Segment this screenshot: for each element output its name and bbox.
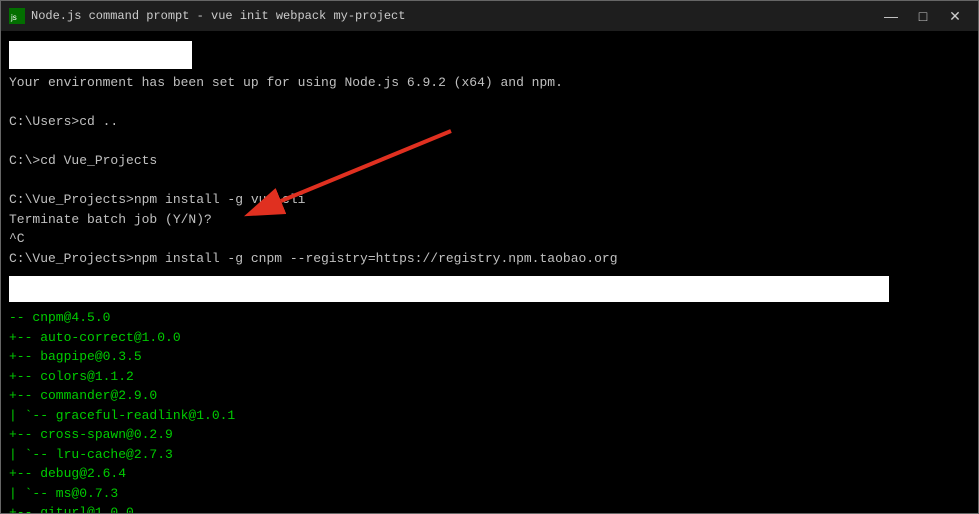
- svg-text:js: js: [10, 13, 17, 22]
- terminal-line: Your environment has been set up for usi…: [9, 73, 970, 93]
- red-arrow: [221, 121, 471, 221]
- nodejs-icon: js: [9, 8, 25, 24]
- window-title: Node.js command prompt - vue init webpac…: [31, 9, 405, 23]
- terminal-line: +-- commander@2.9.0: [9, 386, 970, 406]
- minimize-button[interactable]: —: [876, 6, 906, 26]
- terminal-line: C:\>cd Vue_Projects: [9, 151, 970, 171]
- terminal-line: C:\Vue_Projects>npm install -g vue-cli: [9, 190, 970, 210]
- separator-bar: [9, 276, 889, 302]
- title-bar-left: js Node.js command prompt - vue init web…: [9, 8, 405, 24]
- terminal-line: | `-- ms@0.7.3: [9, 484, 970, 504]
- terminal-upper: Your environment has been set up for usi…: [1, 31, 978, 274]
- white-bar-top: [9, 41, 192, 69]
- terminal-lower: -- cnpm@4.5.0+-- auto-correct@1.0.0+-- b…: [1, 304, 978, 513]
- terminal-line: | `-- lru-cache@2.7.3: [9, 445, 970, 465]
- upper-lines: Your environment has been set up for usi…: [9, 73, 970, 268]
- terminal-line: C:\Users>cd ..: [9, 112, 970, 132]
- terminal-line: Terminate batch job (Y/N)?: [9, 210, 970, 230]
- close-button[interactable]: ✕: [940, 6, 970, 26]
- window: js Node.js command prompt - vue init web…: [0, 0, 979, 514]
- terminal-line: | `-- graceful-readlink@1.0.1: [9, 406, 970, 426]
- terminal-body: Your environment has been set up for usi…: [1, 31, 978, 513]
- terminal-line: [9, 132, 970, 152]
- terminal-line: +-- bagpipe@0.3.5: [9, 347, 970, 367]
- terminal-line: +-- colors@1.1.2: [9, 367, 970, 387]
- maximize-button[interactable]: □: [908, 6, 938, 26]
- title-bar-controls: — □ ✕: [876, 6, 970, 26]
- terminal-line: +-- debug@2.6.4: [9, 464, 970, 484]
- terminal-line: ^C: [9, 229, 970, 249]
- terminal-line: [9, 93, 970, 113]
- terminal-line: +-- cross-spawn@0.2.9: [9, 425, 970, 445]
- lower-lines: -- cnpm@4.5.0+-- auto-correct@1.0.0+-- b…: [9, 308, 970, 513]
- title-bar: js Node.js command prompt - vue init web…: [1, 1, 978, 31]
- terminal-line: [9, 171, 970, 191]
- terminal-line: C:\Vue_Projects>npm install -g cnpm --re…: [9, 249, 970, 269]
- terminal-line: +-- giturl@1.0.0: [9, 503, 970, 513]
- terminal-line: +-- auto-correct@1.0.0: [9, 328, 970, 348]
- terminal-line: -- cnpm@4.5.0: [9, 308, 970, 328]
